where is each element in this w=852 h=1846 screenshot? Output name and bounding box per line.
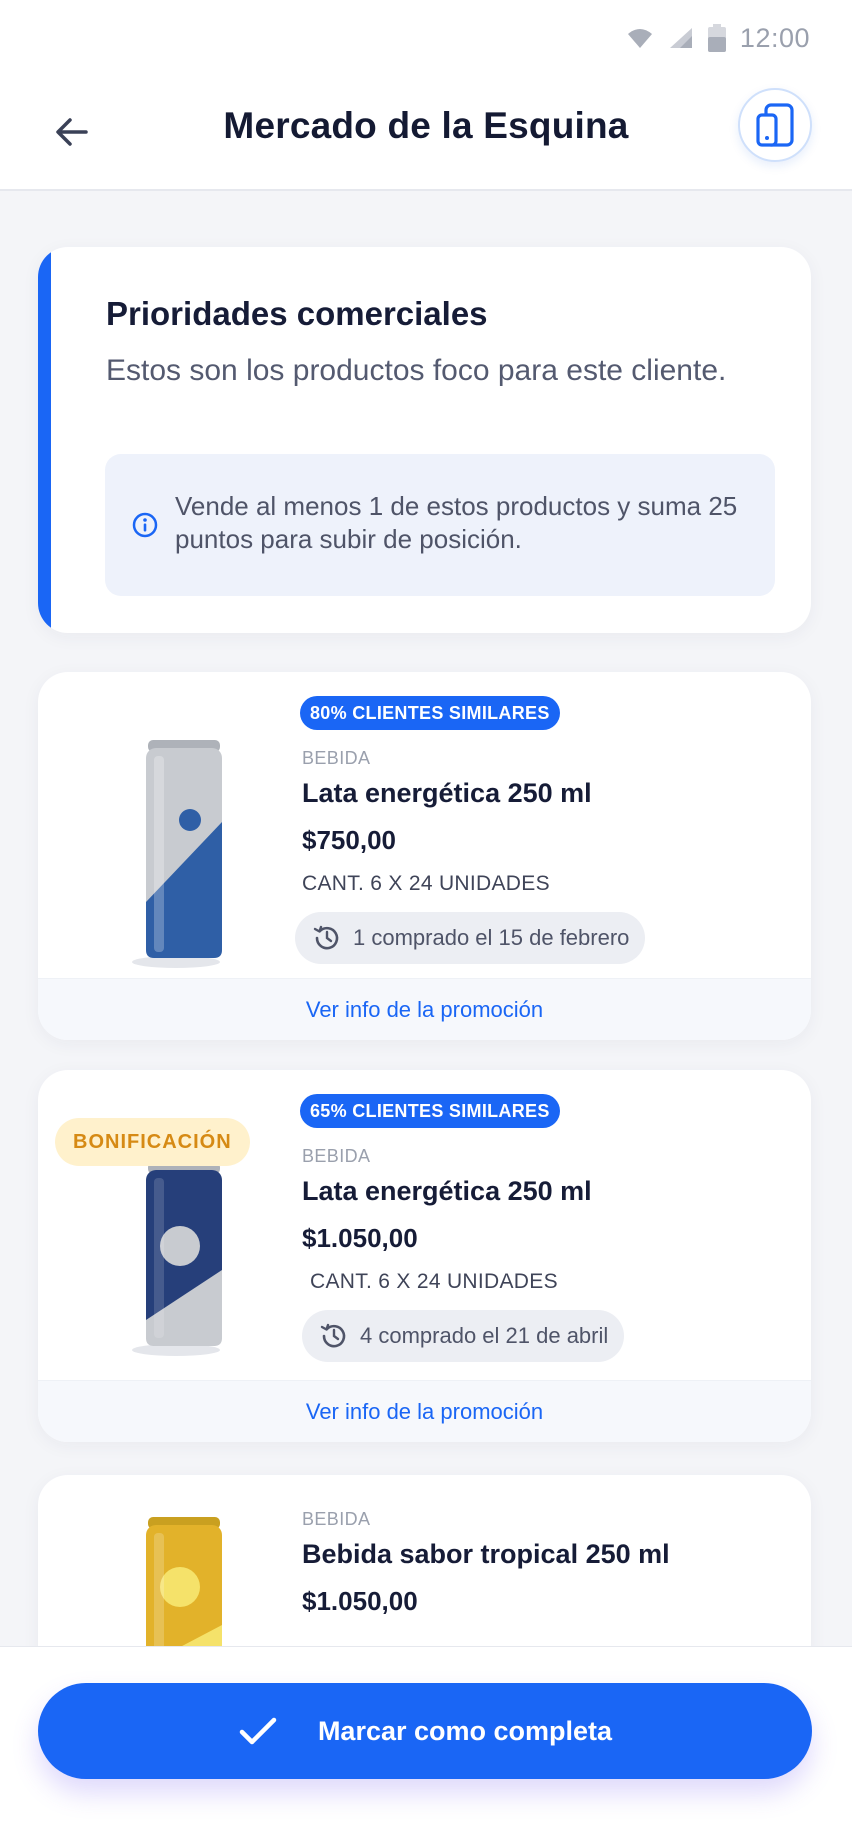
product-price: $750,00 bbox=[302, 825, 396, 855]
status-bar: 12:00 bbox=[0, 0, 852, 76]
product-category: BEBIDA bbox=[302, 1509, 371, 1529]
product-price: $1.050,00 bbox=[302, 1223, 418, 1253]
bonus-badge: BONIFICACIÓN bbox=[55, 1118, 250, 1166]
product-card[interactable]: BONIFICACIÓN 65% CLIENTES SIMILARES BEBI… bbox=[38, 1070, 811, 1442]
purchase-history-pill: 1 comprado el 15 de febrero bbox=[295, 912, 646, 964]
purchase-history-pill: 4 comprado el 21 de abril bbox=[302, 1310, 625, 1362]
purchase-history-text: 4 comprado el 21 de abril bbox=[360, 1323, 609, 1348]
checkmark-icon bbox=[239, 1717, 277, 1745]
history-icon bbox=[313, 925, 339, 950]
product-name: Bebida sabor tropical 250 ml bbox=[302, 1539, 670, 1569]
mark-complete-button[interactable]: Marcar como completa bbox=[38, 1683, 812, 1779]
info-text: Vende al menos 1 de estos productos y su… bbox=[175, 491, 738, 554]
phone-device-icon bbox=[756, 103, 794, 147]
priorities-subtitle: Estos son los productos foco para este c… bbox=[106, 354, 727, 387]
mark-complete-label: Marcar como completa bbox=[317, 1715, 613, 1746]
product-image bbox=[116, 1160, 236, 1400]
promo-info-link[interactable]: Ver info de la promoción bbox=[306, 997, 543, 1023]
device-button[interactable] bbox=[738, 88, 812, 162]
similar-clients-badge: 65% CLIENTES SIMILARES bbox=[300, 1094, 560, 1128]
bottom-action-bar: Marcar como completa bbox=[0, 1646, 852, 1846]
priority-accent-bar bbox=[38, 247, 51, 633]
battery-icon bbox=[707, 24, 726, 52]
product-quantity: CANT. 6 X 24 UNIDADES bbox=[310, 1270, 558, 1293]
product-card[interactable]: 80% CLIENTES SIMILARES BEBIDA Lata energ… bbox=[38, 672, 811, 1040]
wifi-icon bbox=[626, 26, 654, 50]
product-name: Lata energética 250 ml bbox=[302, 1176, 592, 1206]
info-icon bbox=[131, 511, 159, 544]
product-name: Lata energética 250 ml bbox=[302, 778, 592, 808]
product-image bbox=[116, 732, 236, 972]
product-category: BEBIDA bbox=[302, 748, 371, 768]
priorities-title: Prioridades comerciales bbox=[106, 295, 488, 332]
purchase-history-text: 1 comprado el 15 de febrero bbox=[353, 925, 630, 950]
info-box: Vende al menos 1 de estos productos y su… bbox=[105, 454, 775, 596]
product-quantity: CANT. 6 X 24 UNIDADES bbox=[302, 872, 550, 895]
promo-info-link[interactable]: Ver info de la promoción bbox=[306, 1399, 543, 1425]
product-price: $1.050,00 bbox=[302, 1586, 418, 1616]
product-category: BEBIDA bbox=[302, 1146, 371, 1166]
status-time: 12:00 bbox=[739, 22, 810, 53]
history-icon bbox=[320, 1323, 346, 1348]
priorities-card: Prioridades comerciales Estos son los pr… bbox=[38, 247, 811, 633]
promo-strip: Ver info de la promoción bbox=[38, 1380, 811, 1442]
page-title: Mercado de la Esquina bbox=[223, 105, 629, 146]
signal-icon bbox=[668, 26, 694, 50]
promo-strip: Ver info de la promoción bbox=[38, 978, 811, 1040]
top-app-bar: Mercado de la Esquina bbox=[0, 76, 852, 191]
similar-clients-badge: 80% CLIENTES SIMILARES bbox=[300, 696, 560, 730]
